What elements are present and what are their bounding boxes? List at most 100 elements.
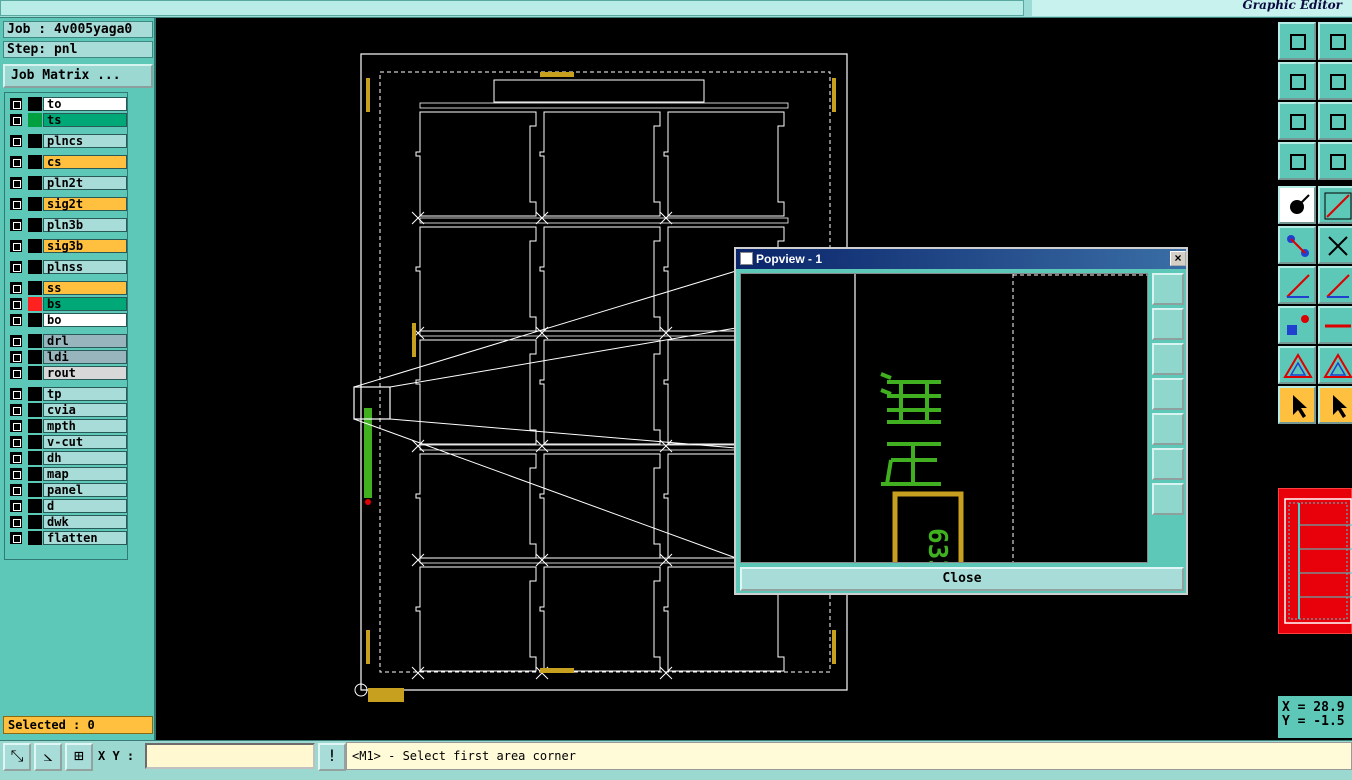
pan-left-icon[interactable] (1152, 378, 1184, 410)
layer-checkbox[interactable] (10, 314, 22, 326)
layer-row-plncs[interactable]: plncs (7, 134, 127, 148)
pan-right-icon[interactable] (1152, 413, 1184, 445)
layer-checkbox[interactable] (10, 282, 22, 294)
layer-row-ts[interactable]: ts (7, 113, 127, 127)
layer-name[interactable]: drl (43, 334, 127, 348)
layer-row-cvia[interactable]: cvia (7, 403, 127, 417)
layer-name[interactable]: bs (43, 297, 127, 311)
layer-checkbox[interactable] (10, 468, 22, 480)
layer-checkbox[interactable] (10, 156, 22, 168)
layer-row-dwk[interactable]: dwk (7, 515, 127, 529)
layer-name[interactable]: ldi (43, 350, 127, 364)
layer-checkbox[interactable] (10, 516, 22, 528)
pad-icon[interactable] (1278, 306, 1316, 344)
zoom-in-icon[interactable] (1152, 448, 1184, 480)
layer-name[interactable]: cs (43, 155, 127, 169)
layer-row-flatten[interactable]: flatten (7, 531, 127, 545)
layer-name[interactable]: sig2t (43, 197, 127, 211)
layer-checkbox[interactable] (10, 135, 22, 147)
layer-name[interactable]: cvia (43, 403, 127, 417)
layer-checkbox[interactable] (10, 351, 22, 363)
layer-checkbox[interactable] (10, 177, 22, 189)
grid-icon[interactable] (1318, 142, 1352, 180)
layer-checkbox[interactable] (10, 335, 22, 347)
pointer-icon[interactable] (1278, 386, 1316, 424)
job-matrix-button[interactable]: Job Matrix ... (3, 64, 153, 88)
layer-row-v-cut[interactable]: v-cut (7, 435, 127, 449)
layer-checkbox[interactable] (10, 114, 22, 126)
layer-name[interactable]: dh (43, 451, 127, 465)
layer-name[interactable]: plncs (43, 134, 127, 148)
layer-row-d[interactable]: d (7, 499, 127, 513)
layer-checkbox[interactable] (10, 404, 22, 416)
layer-name[interactable]: to (43, 97, 127, 111)
move-up-icon[interactable] (1278, 22, 1316, 60)
layer-name[interactable]: rout (43, 366, 127, 380)
layer-row-tp[interactable]: tp (7, 387, 127, 401)
layer-checkbox[interactable] (10, 420, 22, 432)
zoom-out-icon[interactable] (1152, 483, 1184, 515)
layer-row-sig2t[interactable]: sig2t (7, 197, 127, 211)
layer-name[interactable]: pln3b (43, 218, 127, 232)
layer-checkbox[interactable] (10, 532, 22, 544)
layer-row-ldi[interactable]: ldi (7, 350, 127, 364)
draw-line-icon[interactable] (1318, 266, 1352, 304)
split-icon[interactable] (1318, 306, 1352, 344)
layer-row-mpth[interactable]: mpth (7, 419, 127, 433)
layer-row-cs[interactable]: cs (7, 155, 127, 169)
edit-line-icon[interactable] (1278, 266, 1316, 304)
layer-name[interactable]: pln2t (43, 176, 127, 190)
move-right-icon[interactable] (1318, 62, 1352, 100)
triangle-icon[interactable] (1278, 346, 1316, 384)
layer-checkbox[interactable] (10, 452, 22, 464)
close-button[interactable]: Close (740, 567, 1184, 591)
layer-name[interactable]: ts (43, 113, 127, 127)
pan-up-icon[interactable] (1152, 308, 1184, 340)
layer-row-bs[interactable]: bs (7, 297, 127, 311)
layer-name[interactable]: flatten (43, 531, 127, 545)
layer-checkbox[interactable] (10, 436, 22, 448)
layer-name[interactable]: sig3b (43, 239, 127, 253)
layer-name[interactable]: v-cut (43, 435, 127, 449)
close-icon[interactable]: × (1170, 251, 1186, 266)
layer-row-to[interactable]: to (7, 97, 127, 111)
layer-checkbox[interactable] (10, 298, 22, 310)
arrow-triangle-icon[interactable] (1318, 346, 1352, 384)
layer-name[interactable]: tp (43, 387, 127, 401)
settings-icon[interactable] (1278, 142, 1316, 180)
layer-checkbox[interactable] (10, 198, 22, 210)
layer-row-pln3b[interactable]: pln3b (7, 218, 127, 232)
layer-name[interactable]: mpth (43, 419, 127, 433)
layer-row-map[interactable]: map (7, 467, 127, 481)
layer-checkbox[interactable] (10, 500, 22, 512)
pointer-select-icon[interactable] (1318, 386, 1352, 424)
cross-icon[interactable] (1318, 226, 1352, 264)
move-down-icon[interactable] (1318, 22, 1352, 60)
layer-name[interactable]: panel (43, 483, 127, 497)
popview-canvas[interactable]: 6335 (740, 273, 1148, 563)
layer-row-dh[interactable]: dh (7, 451, 127, 465)
layer-name[interactable]: ss (43, 281, 127, 295)
move-left-icon[interactable] (1278, 62, 1316, 100)
line-icon[interactable] (1318, 186, 1352, 224)
layer-row-rout[interactable]: rout (7, 366, 127, 380)
popview-titlebar[interactable]: Popview - 1 (736, 249, 1186, 269)
layer-row-drl[interactable]: drl (7, 334, 127, 348)
select-point-icon[interactable] (1278, 186, 1316, 224)
layer-checkbox[interactable] (10, 388, 22, 400)
overview-map[interactable] (1278, 488, 1352, 634)
alert-icon[interactable]: ! (318, 743, 346, 771)
node-icon[interactable] (1278, 226, 1316, 264)
layer-row-pln2t[interactable]: pln2t (7, 176, 127, 190)
layer-name[interactable]: plnss (43, 260, 127, 274)
fit-icon[interactable] (1278, 102, 1316, 140)
layer-checkbox[interactable] (10, 484, 22, 496)
layer-row-bo[interactable]: bo (7, 313, 127, 327)
layer-name[interactable]: map (43, 467, 127, 481)
layer-checkbox[interactable] (10, 261, 22, 273)
snap-icon[interactable]: ⤡ (3, 743, 31, 771)
pan-icon[interactable] (1318, 102, 1352, 140)
layer-checkbox[interactable] (10, 367, 22, 379)
layer-checkbox[interactable] (10, 219, 22, 231)
layer-row-sig3b[interactable]: sig3b (7, 239, 127, 253)
